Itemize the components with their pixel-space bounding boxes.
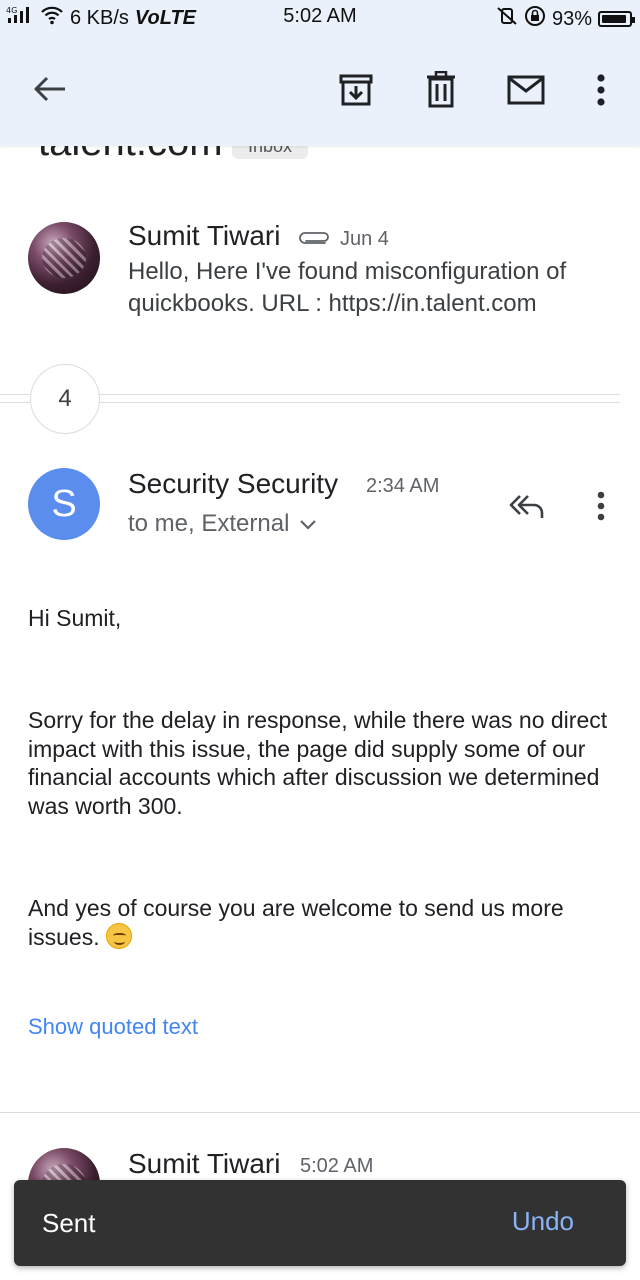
vibrate-off-icon <box>496 6 518 32</box>
smile-emoji-icon <box>105 922 132 949</box>
avatar[interactable] <box>28 222 100 294</box>
message-time: 2:34 AM <box>366 475 440 497</box>
recipients-toggle[interactable]: to me, External <box>128 510 317 538</box>
app-bar <box>0 40 640 136</box>
battery-icon <box>598 11 635 27</box>
more-vert-icon[interactable] <box>588 68 614 112</box>
reply-all-icon[interactable] <box>502 486 550 526</box>
more-vert-icon[interactable] <box>586 486 616 526</box>
message-date: Jun 4 <box>340 228 389 250</box>
avatar[interactable]: S <box>28 468 100 540</box>
chevron-down-icon <box>299 510 317 538</box>
attachment-icon <box>298 228 332 251</box>
divider <box>0 1112 640 1113</box>
sender-name: Security Security <box>128 468 339 499</box>
show-quoted-text-link[interactable]: Show quoted text <box>28 1014 198 1040</box>
archive-icon[interactable] <box>334 68 378 112</box>
thread-content: talent.com Inbox Sumit Tiwari Jun 4 Hell… <box>0 0 640 1280</box>
snackbar: Sent Undo <box>14 1180 626 1266</box>
sender-name: Sumit Tiwari <box>128 220 281 251</box>
message-snippet: Hello, Here I've found misconfiguration … <box>128 258 567 317</box>
lock-rotation-icon <box>524 5 546 33</box>
hidden-messages-count[interactable]: 4 <box>30 364 100 434</box>
trash-icon[interactable] <box>420 68 462 112</box>
message-paragraph: Sorry for the delay in response, while t… <box>28 707 608 819</box>
snackbar-message: Sent <box>42 1208 96 1238</box>
mail-icon[interactable] <box>504 70 548 110</box>
message-greeting: Hi Sumit, <box>28 605 122 631</box>
sender-name: Sumit Tiwari <box>128 1148 281 1179</box>
battery-percent: 93% <box>551 7 592 30</box>
status-bar: 4G 6 KB/s VoLTE 5:02 AM 93% <box>0 0 640 34</box>
message-time: 5:02 AM <box>300 1155 374 1177</box>
top-bar: 4G 6 KB/s VoLTE 5:02 AM 93% <box>0 0 640 146</box>
undo-button[interactable]: Undo <box>512 1206 574 1237</box>
recipients-label: to me, External <box>128 510 290 537</box>
message-paragraph: And yes of course you are welcome to sen… <box>28 894 618 951</box>
arrow-back-icon[interactable] <box>26 68 74 110</box>
